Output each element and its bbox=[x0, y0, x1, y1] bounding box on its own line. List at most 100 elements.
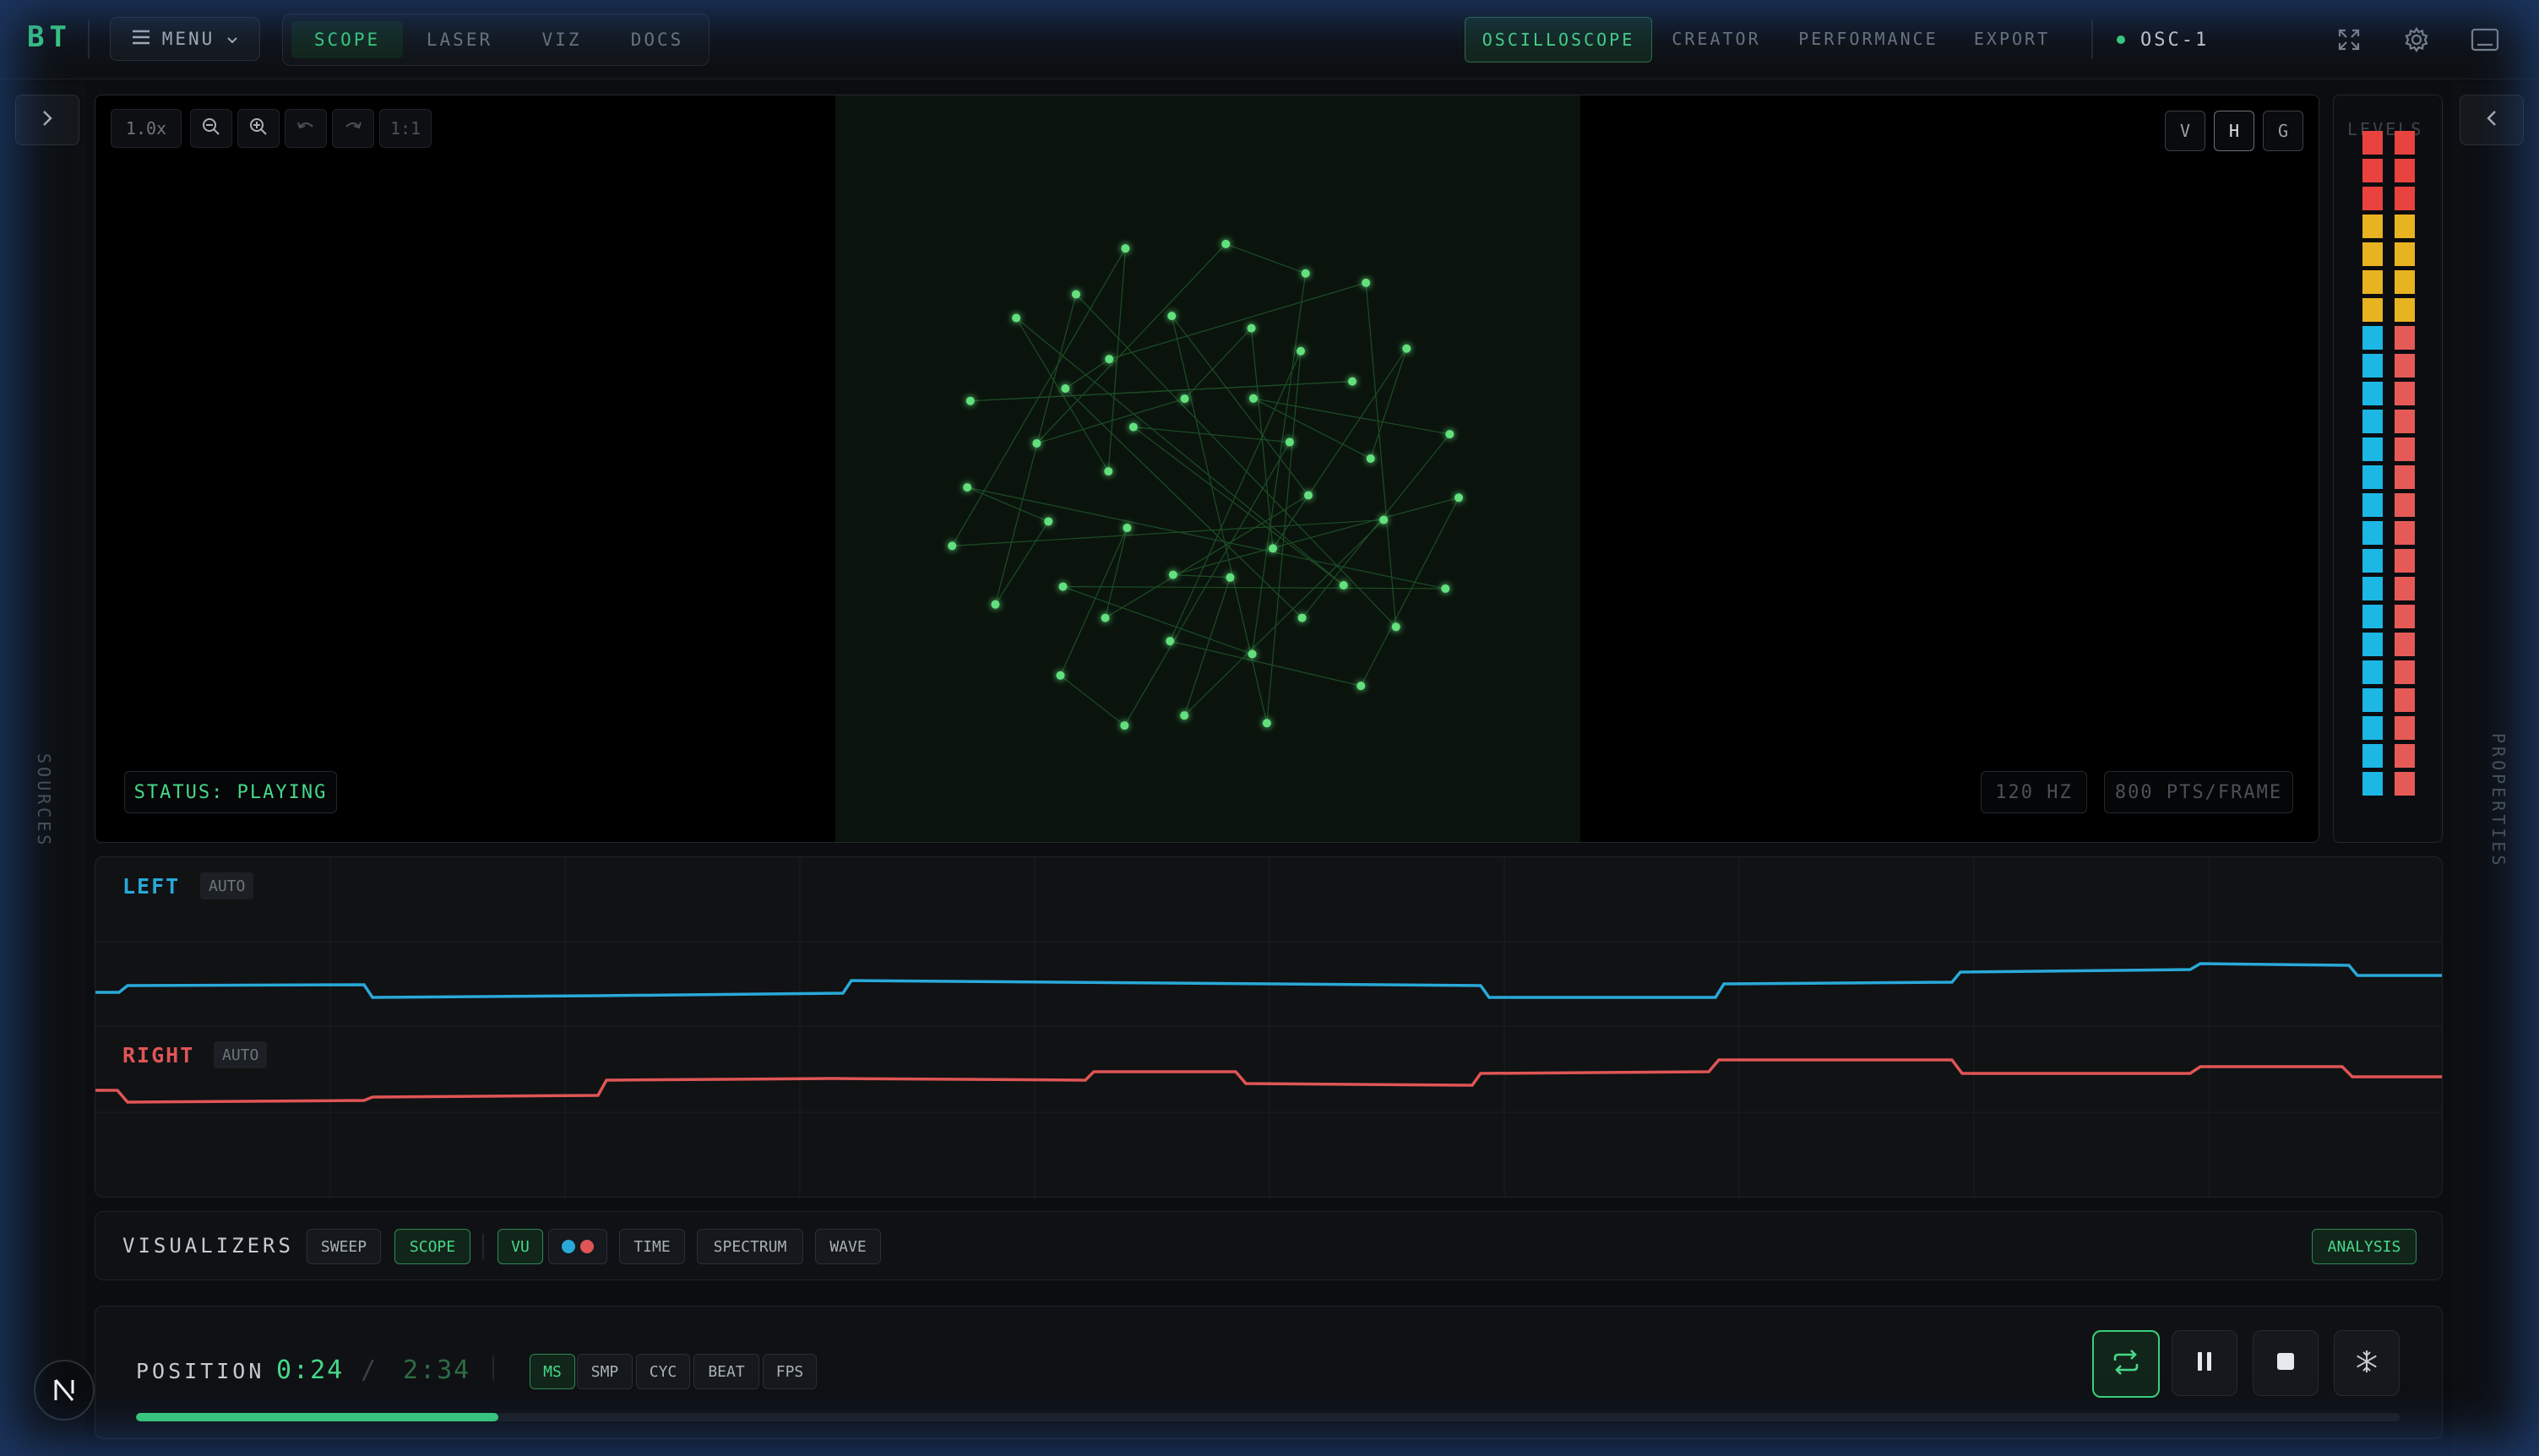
device-indicator[interactable]: OSC-1 bbox=[2117, 30, 2209, 51]
view-g-button[interactable]: G bbox=[2263, 111, 2303, 151]
left-meter-segment bbox=[2362, 437, 2383, 461]
tab-creator[interactable]: CREATOR bbox=[1659, 17, 1774, 61]
scope-point bbox=[1123, 524, 1132, 533]
view-v-button[interactable]: V bbox=[2165, 111, 2205, 151]
stop-button[interactable] bbox=[2253, 1330, 2319, 1396]
visualizer-scope-button[interactable]: SCOPE bbox=[394, 1229, 470, 1264]
scope-point bbox=[948, 541, 957, 551]
gear-icon[interactable] bbox=[2400, 24, 2433, 56]
status-badge: STATUS: PLAYING bbox=[124, 771, 337, 813]
left-meter-segment bbox=[2362, 772, 2383, 796]
scope-point bbox=[1285, 437, 1294, 447]
scope-trace-segment bbox=[1226, 243, 1306, 274]
freeze-button[interactable] bbox=[2334, 1330, 2400, 1396]
menu-button[interactable]: MENU bbox=[110, 17, 260, 61]
n-logo-icon[interactable] bbox=[34, 1360, 95, 1421]
scope-trace-segment bbox=[967, 486, 1446, 589]
progress-track[interactable] bbox=[136, 1413, 2400, 1421]
tab-performance[interactable]: PERFORMANCE bbox=[1787, 17, 1949, 61]
right-meter-segment bbox=[2395, 326, 2415, 350]
visualizer-vu-button[interactable]: VU bbox=[497, 1229, 543, 1264]
right-meter-segment bbox=[2395, 410, 2415, 433]
left-meter-segment bbox=[2362, 465, 2383, 489]
scope-point bbox=[1247, 323, 1256, 333]
analysis-button[interactable]: ANALYSIS bbox=[2312, 1229, 2417, 1264]
scope-point bbox=[1301, 269, 1310, 278]
left-auto-badge[interactable]: AUTO bbox=[200, 872, 254, 899]
panel-icon[interactable] bbox=[2468, 24, 2502, 56]
scope-point bbox=[1058, 582, 1068, 591]
expand-sources-button[interactable] bbox=[15, 95, 79, 145]
unit-ms-button[interactable]: MS bbox=[530, 1354, 575, 1389]
right-meter-segment bbox=[2395, 131, 2415, 155]
right-auto-badge[interactable]: AUTO bbox=[214, 1041, 268, 1068]
scope-point bbox=[1180, 394, 1189, 404]
scope-point bbox=[1391, 622, 1400, 632]
unit-cyc-button[interactable]: CYC bbox=[636, 1354, 690, 1389]
redo-button[interactable] bbox=[332, 109, 374, 148]
scope-trace-segment bbox=[1063, 585, 1446, 589]
scope-point bbox=[1297, 613, 1307, 622]
divider bbox=[492, 1355, 494, 1381]
scope-point bbox=[1348, 377, 1357, 386]
scope-trace-segment bbox=[970, 381, 1353, 402]
view-h-button[interactable]: H bbox=[2214, 111, 2254, 151]
right-meter-segment bbox=[2395, 660, 2415, 684]
visualizer-time-button[interactable]: TIME bbox=[619, 1229, 685, 1264]
scope-point bbox=[1356, 682, 1366, 691]
left-meter-segment bbox=[2362, 270, 2383, 294]
reset-zoom-button[interactable]: 1:1 bbox=[379, 109, 432, 148]
pause-icon bbox=[2195, 1350, 2214, 1376]
scope-trace-segment bbox=[1133, 426, 1345, 586]
zoom-in-button[interactable] bbox=[237, 109, 280, 148]
unit-fps-button[interactable]: FPS bbox=[763, 1354, 817, 1389]
scope-point bbox=[1120, 721, 1129, 731]
scope-point bbox=[965, 396, 975, 405]
tab-viz[interactable]: VIZ bbox=[518, 21, 606, 58]
right-meter-segment bbox=[2395, 716, 2415, 740]
zoom-out-button[interactable] bbox=[190, 109, 232, 148]
left-meter-segment bbox=[2362, 493, 2383, 517]
visualizer-spectrum-button[interactable]: SPECTRUM bbox=[697, 1229, 803, 1264]
scope-trace-segment bbox=[1123, 442, 1291, 726]
fullscreen-icon[interactable] bbox=[2333, 24, 2365, 56]
scope-canvas[interactable]: 1.0x 1:1 V H G STATUS: PLAYING 120 HZ 80… bbox=[95, 95, 2319, 843]
status-dot-icon bbox=[2117, 35, 2125, 44]
visualizer-wave-button[interactable]: WAVE bbox=[815, 1229, 881, 1264]
tab-laser[interactable]: LASER bbox=[406, 21, 513, 58]
scope-point bbox=[1221, 239, 1231, 248]
visualizer-sweep-button[interactable]: SWEEP bbox=[307, 1229, 381, 1264]
tab-docs[interactable]: DOCS bbox=[611, 21, 704, 58]
scope-point bbox=[1061, 384, 1070, 394]
left-meter-segment bbox=[2362, 716, 2383, 740]
scope-point bbox=[1262, 719, 1271, 728]
unit-smp-button[interactable]: SMP bbox=[577, 1354, 633, 1389]
scope-point bbox=[1166, 637, 1175, 646]
expand-properties-button[interactable] bbox=[2460, 95, 2524, 145]
scope-trace-segment bbox=[1064, 388, 1303, 619]
divider bbox=[2091, 20, 2093, 59]
left-meter-segment bbox=[2362, 410, 2383, 433]
right-meter-segment bbox=[2395, 298, 2415, 322]
unit-beat-button[interactable]: BEAT bbox=[693, 1354, 759, 1389]
vu-channel-toggle[interactable] bbox=[548, 1229, 607, 1264]
tab-oscilloscope[interactable]: OSCILLOSCOPE bbox=[1465, 17, 1652, 62]
scope-point bbox=[1012, 313, 1021, 323]
scope-point bbox=[1104, 467, 1113, 476]
chevron-left-icon bbox=[2485, 109, 2498, 132]
scope-trace-segment bbox=[1109, 282, 1367, 360]
divider bbox=[482, 1234, 484, 1259]
tab-export[interactable]: EXPORT bbox=[1965, 17, 2059, 61]
scope-point bbox=[1105, 355, 1114, 364]
tab-scope[interactable]: SCOPE bbox=[291, 21, 403, 58]
loop-button[interactable] bbox=[2092, 1330, 2160, 1398]
left-meter-segment bbox=[2362, 242, 2383, 266]
left-meter-segment bbox=[2362, 298, 2383, 322]
right-meter-segment bbox=[2395, 549, 2415, 573]
undo-button[interactable] bbox=[285, 109, 327, 148]
scope-point bbox=[1180, 711, 1189, 720]
scope-point bbox=[1445, 430, 1454, 439]
scope-point bbox=[1044, 517, 1053, 526]
pause-button[interactable] bbox=[2172, 1330, 2237, 1396]
scope-point bbox=[1071, 290, 1080, 299]
